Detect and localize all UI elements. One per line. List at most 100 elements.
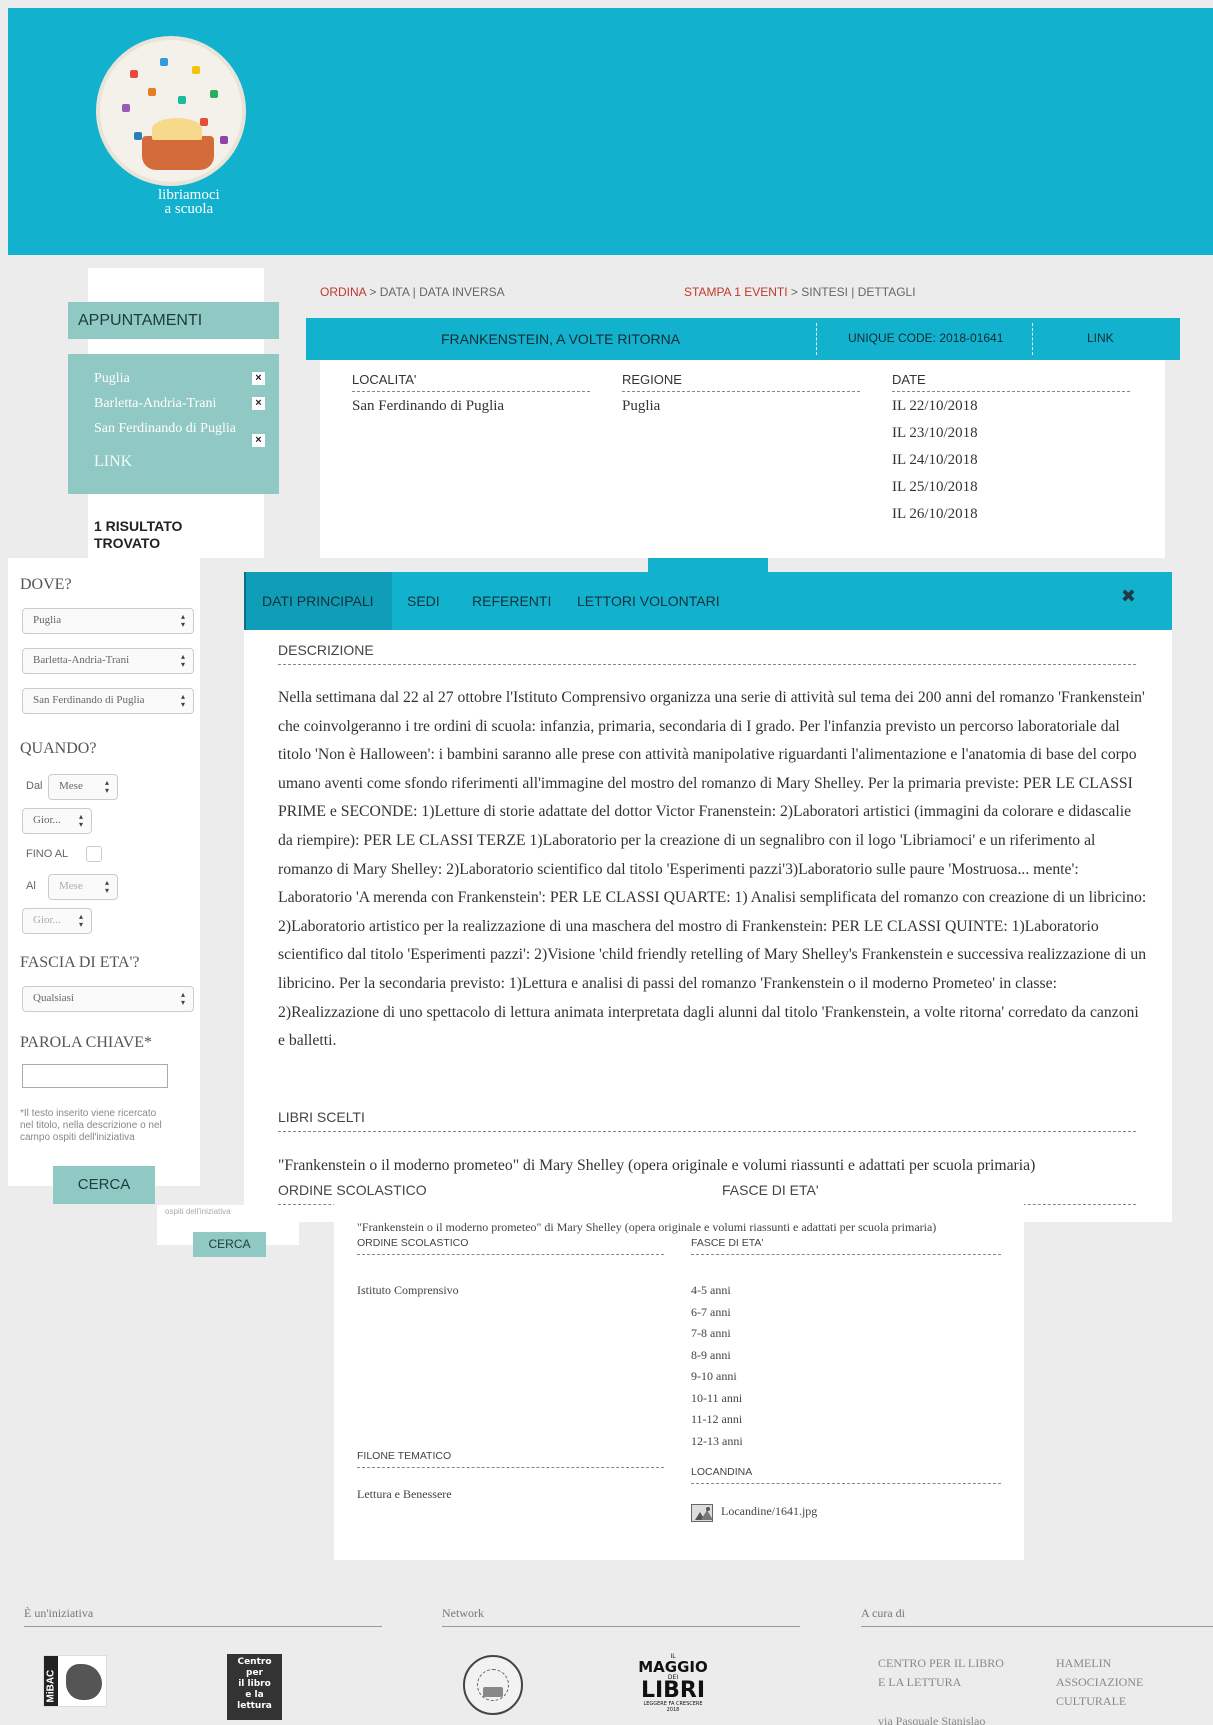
cepell-text: il libro	[238, 1679, 271, 1689]
logo-text-1: libriamoci	[158, 187, 220, 203]
event-link[interactable]: LINK	[1087, 331, 1114, 345]
province-select[interactable]: Barletta-Andria-Trani	[22, 648, 194, 674]
site-header: libriamoci a scuola	[8, 8, 1213, 255]
remove-filter-icon[interactable]: ×	[252, 434, 265, 447]
filters-link[interactable]: LINK	[94, 453, 265, 471]
poster-file-link[interactable]: Locandine/1641.jpg	[721, 1501, 817, 1523]
maggio-dei-libri-logo[interactable]: IL MAGGIO DEI LIBRI LEGGERE FA CRESCERE …	[636, 1654, 710, 1718]
age-ranges-list: 4-5 anni 6-7 anni 7-8 anni 8-9 anni 9-10…	[691, 1280, 743, 1452]
city-select[interactable]: San Ferdinando di Puglia	[22, 688, 194, 714]
age-title: FASCIA DI ETA'?	[20, 954, 140, 971]
age-range-item: 12-13 anni	[691, 1433, 743, 1448]
remove-filter-icon[interactable]: ×	[252, 397, 265, 410]
footer-curated-title: A cura di	[861, 1606, 1213, 1627]
search-button[interactable]: CERCA	[53, 1166, 155, 1204]
books-value: "Frankenstein o il moderno prometeo" di …	[278, 1157, 1036, 1174]
description-header: DESCRIZIONE	[278, 642, 1136, 665]
tab-volunteer-readers[interactable]: LETTORI VOLONTARI	[577, 572, 720, 630]
from-label: Dal	[26, 780, 43, 792]
active-filters: Puglia × Barletta-Andria-Trani × San Fer…	[68, 354, 279, 494]
date-item: IL 24/10/2018	[892, 452, 978, 468]
footer-network-title: Network	[442, 1606, 800, 1627]
order-by-date[interactable]: DATA	[380, 285, 410, 299]
keyword-note: *Il testo inserito viene ricercato nel t…	[20, 1108, 162, 1143]
age-range-item: 6-7 anni	[691, 1304, 731, 1319]
event-title[interactable]: FRANKENSTEIN, A VOLTE RITORNA	[441, 331, 680, 347]
mibac-text: MiBAC	[45, 1669, 57, 1703]
age-range-item: 7-8 anni	[691, 1326, 731, 1340]
books-header: LIBRI SCELTI	[278, 1109, 1136, 1132]
result-count-line: TROVATO	[94, 535, 161, 551]
school-order-header: ORDINE SCOLASTICO	[357, 1237, 664, 1255]
event-info-panel: LOCALITA' San Ferdinando di Puglia REGIO…	[320, 360, 1165, 558]
maggio-text: MAGGIO	[638, 1658, 708, 1676]
event-detail-panel: DATI PRINCIPALI SEDI REFERENTI LETTORI V…	[244, 572, 1172, 1222]
print-summary[interactable]: SINTESI	[801, 285, 848, 299]
until-label: FINO AL	[26, 848, 69, 860]
divider	[1032, 323, 1033, 355]
date-item: IL 25/10/2018	[892, 479, 978, 495]
school-order-value: Istituto Comprensivo	[357, 1283, 459, 1297]
cepell-text: lettura	[237, 1701, 272, 1711]
age-ranges-header: FASCE DI ETA'	[691, 1237, 1001, 1255]
libriamoci-footer-logo[interactable]	[463, 1655, 523, 1715]
logo-illustration	[96, 36, 246, 186]
keyword-input[interactable]	[22, 1064, 168, 1088]
location-value: San Ferdinando di Puglia	[352, 398, 505, 414]
print-divider: |	[847, 285, 858, 299]
cepell-text: e la	[245, 1690, 264, 1700]
to-day-select[interactable]: Gior...	[22, 908, 92, 934]
age-select[interactable]: Qualsiasi	[22, 986, 194, 1012]
region-header: REGIONE	[622, 372, 860, 392]
divider	[816, 323, 817, 355]
footer-org-cepell[interactable]: CENTRO PER IL LIBRO E LA LETTURA	[878, 1654, 1008, 1692]
tab-contacts[interactable]: REFERENTI	[472, 572, 551, 630]
region-select[interactable]: Puglia	[22, 608, 194, 634]
filter-city: San Ferdinando di Puglia ×	[94, 416, 265, 447]
theme-header: FILONE TEMATICO	[357, 1450, 664, 1468]
keyword-note-fragment: ospiti dell'iniziativa	[165, 1207, 231, 1216]
until-checkbox[interactable]	[86, 846, 102, 862]
event-unique-code: UNIQUE CODE: 2018-01641	[848, 331, 1004, 345]
theme-value: Lettura e Benessere	[357, 1487, 452, 1501]
mibac-logo[interactable]: MiBAC	[43, 1655, 107, 1707]
from-day-select[interactable]: Gior...	[22, 808, 92, 834]
image-file-icon	[691, 1504, 713, 1522]
appointments-title: APPUNTAMENTI	[68, 302, 279, 339]
when-title: QUANDO?	[20, 740, 97, 757]
maggio-text: LIBRI	[640, 1678, 706, 1703]
print-label: STAMPA 1 EVENTI	[684, 285, 788, 299]
filter-label: Puglia	[94, 371, 130, 386]
close-icon[interactable]: ✖	[1121, 586, 1136, 607]
footer-org-hamelin[interactable]: HAMELIN ASSOCIAZIONE CULTURALE	[1056, 1654, 1156, 1711]
detail-tabs: DATI PRINCIPALI SEDI REFERENTI LETTORI V…	[244, 572, 1172, 630]
date-item: IL 26/10/2018	[892, 506, 978, 522]
result-count-line: 1 RISULTATO	[94, 518, 183, 534]
maggio-text: 2018	[666, 1707, 680, 1713]
order-separator: >	[366, 285, 380, 299]
age-range-item: 9-10 anni	[691, 1369, 737, 1383]
age-range-item: 4-5 anni	[691, 1283, 731, 1297]
print-details[interactable]: DETTAGLI	[858, 285, 916, 299]
description-text: Nella settimana dal 22 al 27 ottobre l'I…	[278, 689, 1147, 1050]
to-label: Al	[26, 880, 36, 892]
logo-text-2: a scuola	[164, 201, 214, 217]
to-month-select[interactable]: Mese	[48, 874, 118, 900]
order-label: ORDINA	[320, 285, 367, 299]
tab-venues[interactable]: SEDI	[407, 572, 440, 630]
print-controls: STAMPA 1 EVENTI > SINTESI | DETTAGLI	[684, 285, 916, 299]
keyword-title: PAROLA CHIAVE*	[20, 1034, 153, 1051]
search-button-small[interactable]: CERCA	[193, 1232, 266, 1257]
where-title: DOVE?	[20, 576, 72, 593]
cepell-text: per	[246, 1668, 263, 1678]
region-value: Puglia	[622, 398, 661, 414]
order-divider: |	[409, 285, 420, 299]
from-month-select[interactable]: Mese	[48, 774, 118, 800]
libriamoci-logo[interactable]: libriamoci a scuola	[88, 28, 268, 218]
order-by-reverse-date[interactable]: DATA INVERSA	[419, 285, 505, 299]
remove-filter-icon[interactable]: ×	[252, 372, 265, 385]
search-sidebar: DOVE? Puglia Barletta-Andria-Trani San F…	[8, 558, 200, 1186]
date-item: IL 22/10/2018	[892, 398, 978, 414]
tab-main-data[interactable]: DATI PRINCIPALI	[244, 572, 392, 630]
cepell-logo[interactable]: Centro per il libro e la lettura	[227, 1654, 282, 1720]
